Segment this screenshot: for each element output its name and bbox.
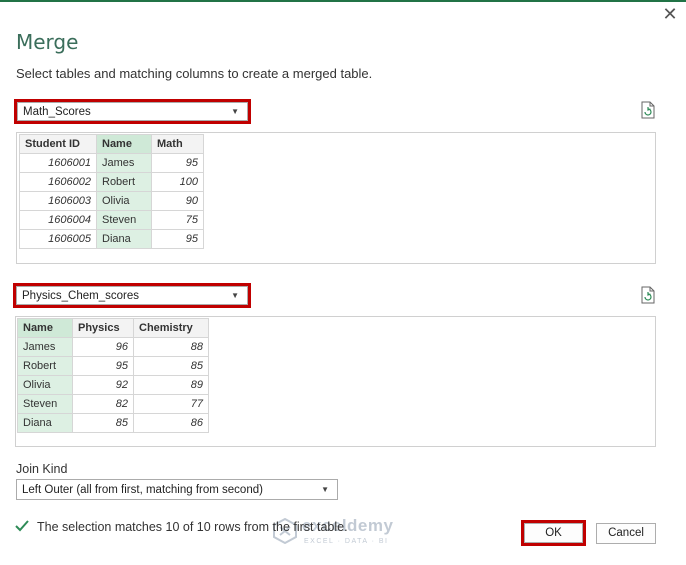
cell-name: James <box>17 337 73 357</box>
close-icon[interactable]: ✕ <box>660 4 680 24</box>
cell-chemistry: 88 <box>133 337 209 357</box>
column-header-math[interactable]: Math <box>151 134 204 154</box>
join-kind-label: Join Kind <box>16 462 68 476</box>
instruction-text: Select tables and matching columns to cr… <box>16 66 373 81</box>
first-table-preview: Student ID Name Math 1606001 James 95 16… <box>16 132 656 264</box>
second-table-dropdown[interactable]: Physics_Chem_scores ▼ <box>16 286 248 305</box>
refresh-icon[interactable] <box>640 101 656 119</box>
cell-math: 75 <box>151 210 204 230</box>
cell-name: James <box>96 153 152 173</box>
table-header-row: Name Physics Chemistry <box>17 318 209 338</box>
cell-student-id: 1606001 <box>19 153 97 173</box>
second-table-dropdown-value: Physics_Chem_scores <box>22 290 139 302</box>
column-header-chemistry[interactable]: Chemistry <box>133 318 209 338</box>
table-row: Diana 85 86 <box>17 413 209 433</box>
ok-button[interactable]: OK <box>524 523 583 543</box>
column-header-name[interactable]: Name <box>17 318 73 338</box>
cell-name: Steven <box>17 394 73 414</box>
watermark-tagline: EXCEL · DATA · BI <box>304 538 389 545</box>
cell-name: Diana <box>17 413 73 433</box>
cancel-button[interactable]: Cancel <box>596 523 656 544</box>
second-table-grid: Name Physics Chemistry James 96 88 Rober… <box>17 318 209 433</box>
cell-name: Robert <box>17 356 73 376</box>
cell-name: Robert <box>96 172 152 192</box>
cell-student-id: 1606003 <box>19 191 97 211</box>
table-row: James 96 88 <box>17 337 209 357</box>
cell-math: 95 <box>151 229 204 249</box>
cell-math: 100 <box>151 172 204 192</box>
first-table-grid: Student ID Name Math 1606001 James 95 16… <box>19 134 204 249</box>
cell-physics: 96 <box>72 337 134 357</box>
cell-chemistry: 86 <box>133 413 209 433</box>
table-row: Steven 82 77 <box>17 394 209 414</box>
dialog-title: Merge <box>16 30 79 54</box>
status-message: The selection matches 10 of 10 rows from… <box>37 520 348 534</box>
table-row: 1606005 Diana 95 <box>19 229 204 249</box>
table-row: 1606002 Robert 100 <box>19 172 204 192</box>
refresh-icon[interactable] <box>640 286 656 304</box>
cell-chemistry: 89 <box>133 375 209 395</box>
cell-student-id: 1606005 <box>19 229 97 249</box>
checkmark-icon <box>15 520 29 532</box>
chevron-down-icon: ▼ <box>321 485 329 494</box>
table-row: Robert 95 85 <box>17 356 209 376</box>
first-table-dropdown[interactable]: Math_Scores ▼ <box>17 102 248 121</box>
join-kind-dropdown-value: Left Outer (all from first, matching fro… <box>22 484 263 496</box>
column-header-name[interactable]: Name <box>96 134 152 154</box>
table-header-row: Student ID Name Math <box>19 134 204 154</box>
cell-name: Olivia <box>96 191 152 211</box>
cell-math: 95 <box>151 153 204 173</box>
column-header-physics[interactable]: Physics <box>72 318 134 338</box>
table-row: 1606004 Steven 75 <box>19 210 204 230</box>
cell-physics: 92 <box>72 375 134 395</box>
cell-physics: 82 <box>72 394 134 414</box>
cell-name: Diana <box>96 229 152 249</box>
cell-name: Steven <box>96 210 152 230</box>
dialog-top-border <box>0 0 686 2</box>
column-header-student-id[interactable]: Student ID <box>19 134 97 154</box>
join-kind-dropdown[interactable]: Left Outer (all from first, matching fro… <box>16 479 338 500</box>
second-table-preview: Name Physics Chemistry James 96 88 Rober… <box>15 316 656 447</box>
cell-physics: 95 <box>72 356 134 376</box>
table-row: Olivia 92 89 <box>17 375 209 395</box>
cell-chemistry: 77 <box>133 394 209 414</box>
chevron-down-icon: ▼ <box>231 291 239 300</box>
cell-student-id: 1606004 <box>19 210 97 230</box>
cell-name: Olivia <box>17 375 73 395</box>
chevron-down-icon: ▼ <box>231 107 239 116</box>
cell-student-id: 1606002 <box>19 172 97 192</box>
table-row: 1606001 James 95 <box>19 153 204 173</box>
first-table-dropdown-value: Math_Scores <box>23 106 91 118</box>
cell-chemistry: 85 <box>133 356 209 376</box>
cell-physics: 85 <box>72 413 134 433</box>
cell-math: 90 <box>151 191 204 211</box>
table-row: 1606003 Olivia 90 <box>19 191 204 211</box>
